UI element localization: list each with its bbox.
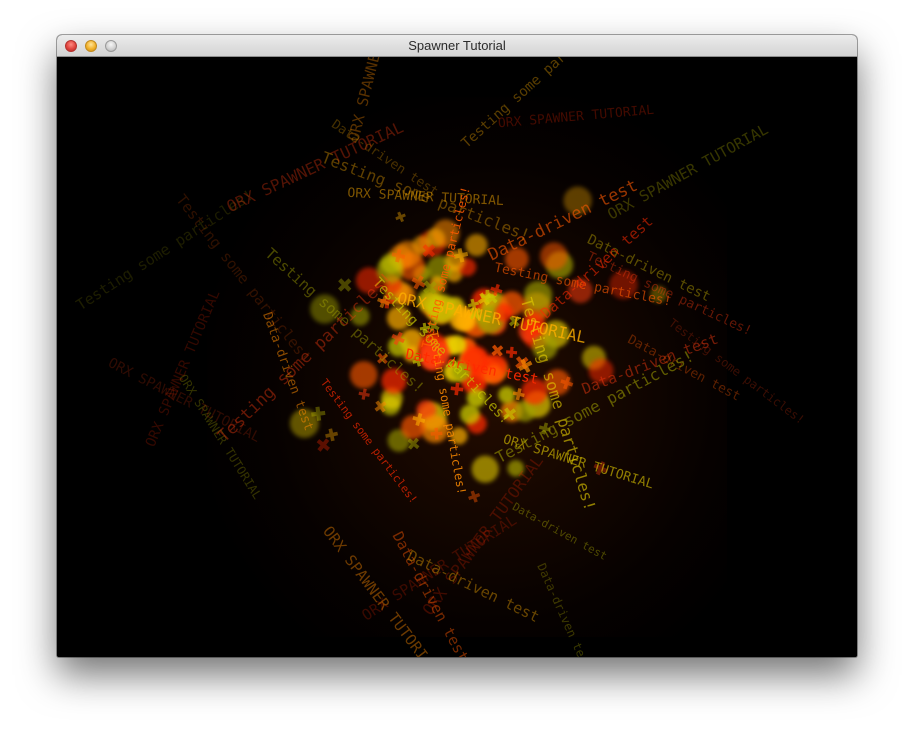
title-bar[interactable]: Spawner Tutorial [57, 35, 857, 57]
cross-particle: ✖ [392, 208, 409, 227]
particle-blobs [289, 186, 668, 483]
cross-particle: ✖ [372, 397, 389, 419]
particle-text: Data-driven test [534, 561, 594, 657]
particle-scene: ✖✖✖✖✖✖✖✖✖✖✖✖✖✖✖✖✖✖✖✖✖✖✖✖✖✖✖✖✖✖✖✖✖✖✖✖✖✖✖✖… [73, 57, 807, 657]
cross-particle: ✖ [406, 434, 422, 455]
window-title: Spawner Tutorial [408, 38, 506, 53]
cross-particle: ✖ [336, 273, 353, 297]
particle-text: ORX SPAWNER TUTORIAL [497, 103, 654, 132]
particle-text: ORX SPAWNER TUTORIAL [605, 120, 772, 223]
cross-particle: ✖ [421, 240, 437, 262]
particle-blob [471, 455, 499, 483]
particle-blob [540, 242, 568, 270]
particle-blob [460, 404, 480, 425]
particle-text: Testing some particles! [459, 57, 614, 151]
render-viewport[interactable]: ✖ ✖ ✖ ✖ ✖ ✖ ✖ ✖ ✖ ✖ ✖ ✖ ✖ ✖ ✖ ✖ ✖ ✖ ✖ ✖ ✖ ✖ ✖ ✖ ✖ ✖ ✖ ✖ ✖ ✖ ✖ ✖ ✖ ✖ ✖ ✖ ✖ ✖ ✖ ✖… [57, 57, 857, 657]
app-window: Spawner Tutorial ✖ ✖ ✖ ✖ ✖ ✖ ✖ ✖ ✖ ✖ ✖ ✖ ✖ ✖ ✖ ✖ ✖ ✖ ✖ ✖ ✖ ✖ ✖… [57, 35, 857, 657]
particle-texts: Testing some particles!ORX SPAWNER TUTOR… [73, 57, 807, 657]
particle-text: Data-driven test [510, 500, 609, 563]
